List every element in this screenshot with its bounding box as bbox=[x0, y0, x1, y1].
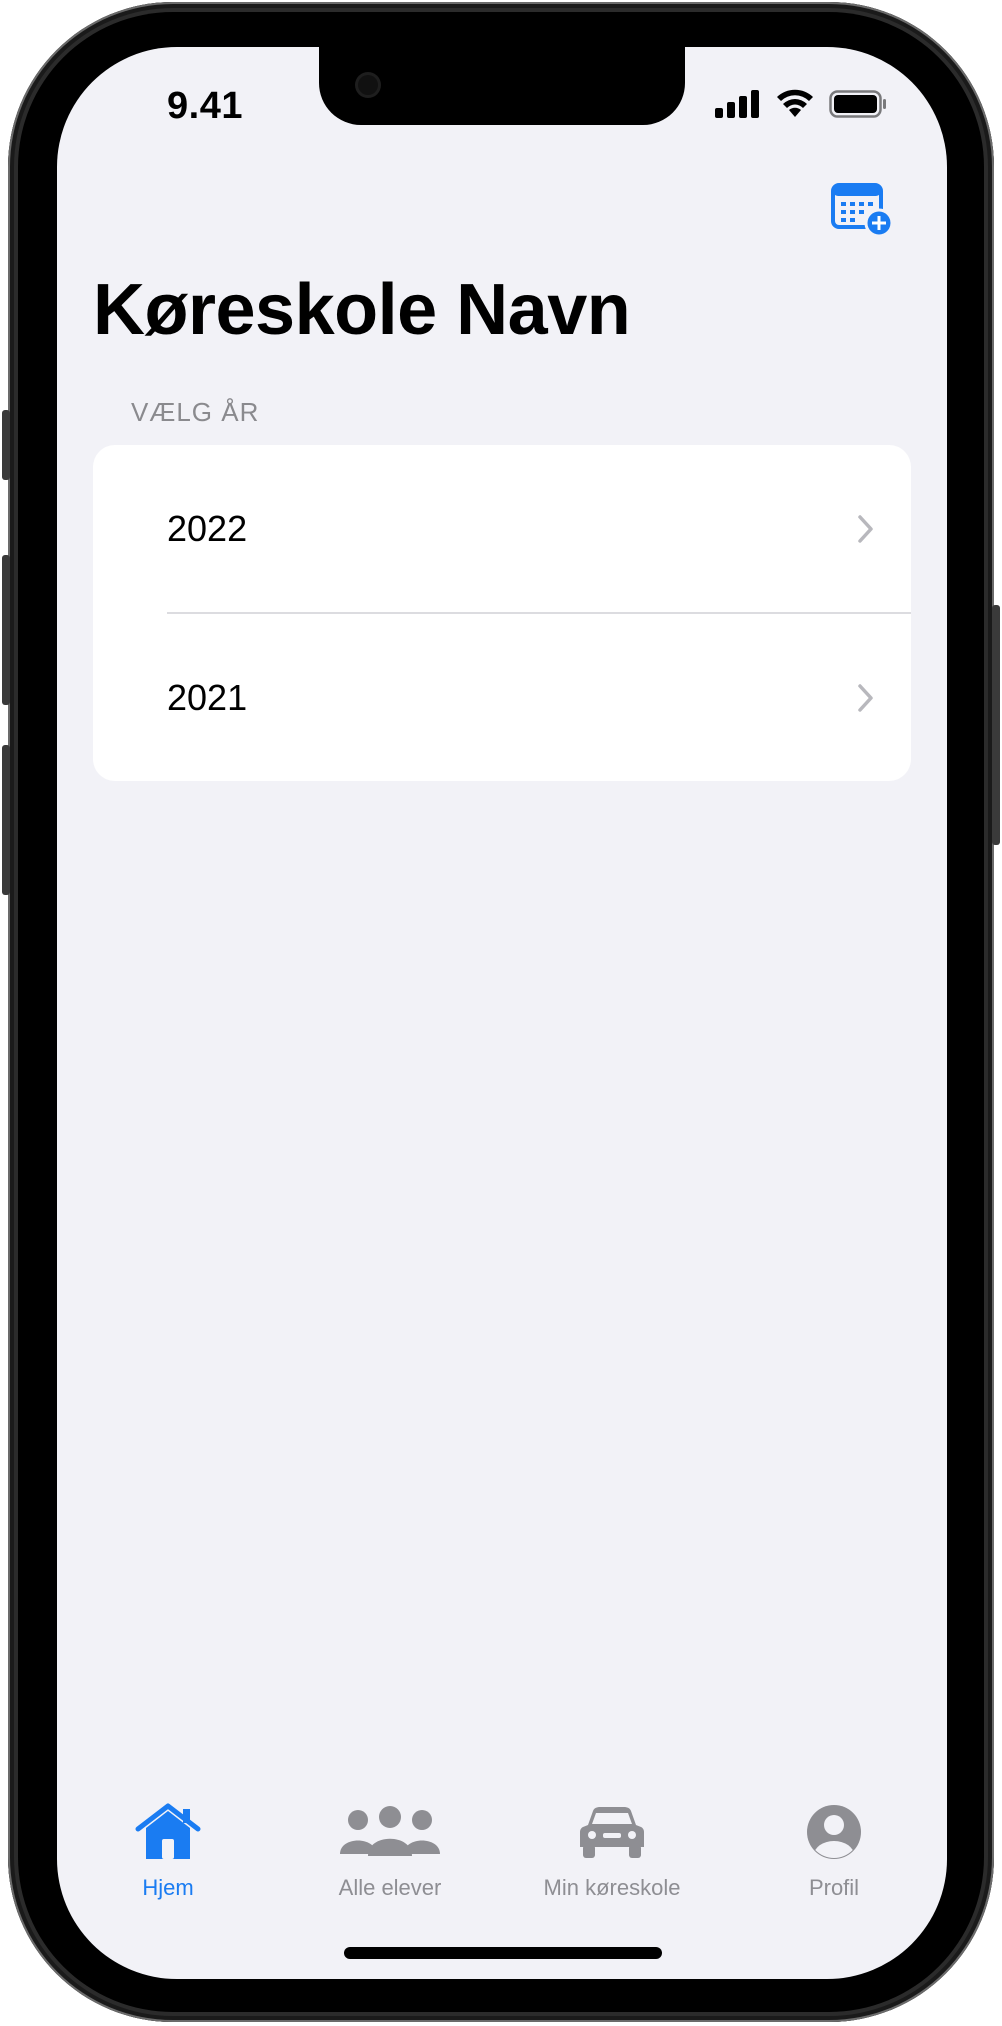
tab-bar: Hjem Alle elever Min køreskole Profil bbox=[57, 1797, 947, 1917]
chevron-right-icon bbox=[858, 514, 873, 543]
chevron-right-icon bbox=[858, 683, 873, 712]
people-icon bbox=[340, 1806, 440, 1856]
mute-switch bbox=[2, 410, 10, 480]
tab-label: Min køreskole bbox=[543, 1875, 681, 1900]
tab-all-students[interactable]: Alle elever bbox=[279, 1797, 501, 1917]
house-icon bbox=[135, 1803, 201, 1859]
tab-profile[interactable]: Profil bbox=[723, 1797, 945, 1917]
screen: 9.41 Køreskole Navn VÆLG ÅR 2022 2021 Hj… bbox=[57, 47, 947, 1979]
calendar-plus-icon bbox=[831, 183, 894, 238]
person-icon bbox=[807, 1805, 861, 1859]
tab-label: Alle elever bbox=[338, 1875, 442, 1900]
year-row-2021[interactable]: 2021 bbox=[93, 614, 911, 781]
battery-icon bbox=[829, 90, 886, 118]
volume-up-button bbox=[2, 555, 10, 705]
signal-icon bbox=[715, 90, 759, 118]
year-label: 2021 bbox=[167, 676, 248, 718]
tab-label: Profil bbox=[808, 1875, 860, 1900]
tab-label: Hjem bbox=[142, 1875, 194, 1900]
add-calendar-button[interactable] bbox=[831, 181, 895, 239]
page-title: Køreskole Navn bbox=[93, 270, 631, 350]
front-camera bbox=[358, 75, 378, 95]
section-header: VÆLG ÅR bbox=[131, 397, 260, 427]
home-indicator bbox=[344, 1947, 662, 1959]
volume-down-button bbox=[2, 745, 10, 895]
tab-my-driving-school[interactable]: Min køreskole bbox=[501, 1797, 723, 1917]
power-button bbox=[992, 605, 1000, 845]
year-list: 2022 2021 bbox=[93, 445, 911, 781]
year-label: 2022 bbox=[167, 507, 248, 549]
year-row-2022[interactable]: 2022 bbox=[93, 445, 911, 612]
tab-home[interactable]: Hjem bbox=[57, 1797, 279, 1917]
car-icon bbox=[580, 1807, 644, 1858]
wifi-icon bbox=[777, 89, 813, 117]
status-time: 9.41 bbox=[167, 85, 243, 127]
status-icons bbox=[715, 89, 887, 119]
